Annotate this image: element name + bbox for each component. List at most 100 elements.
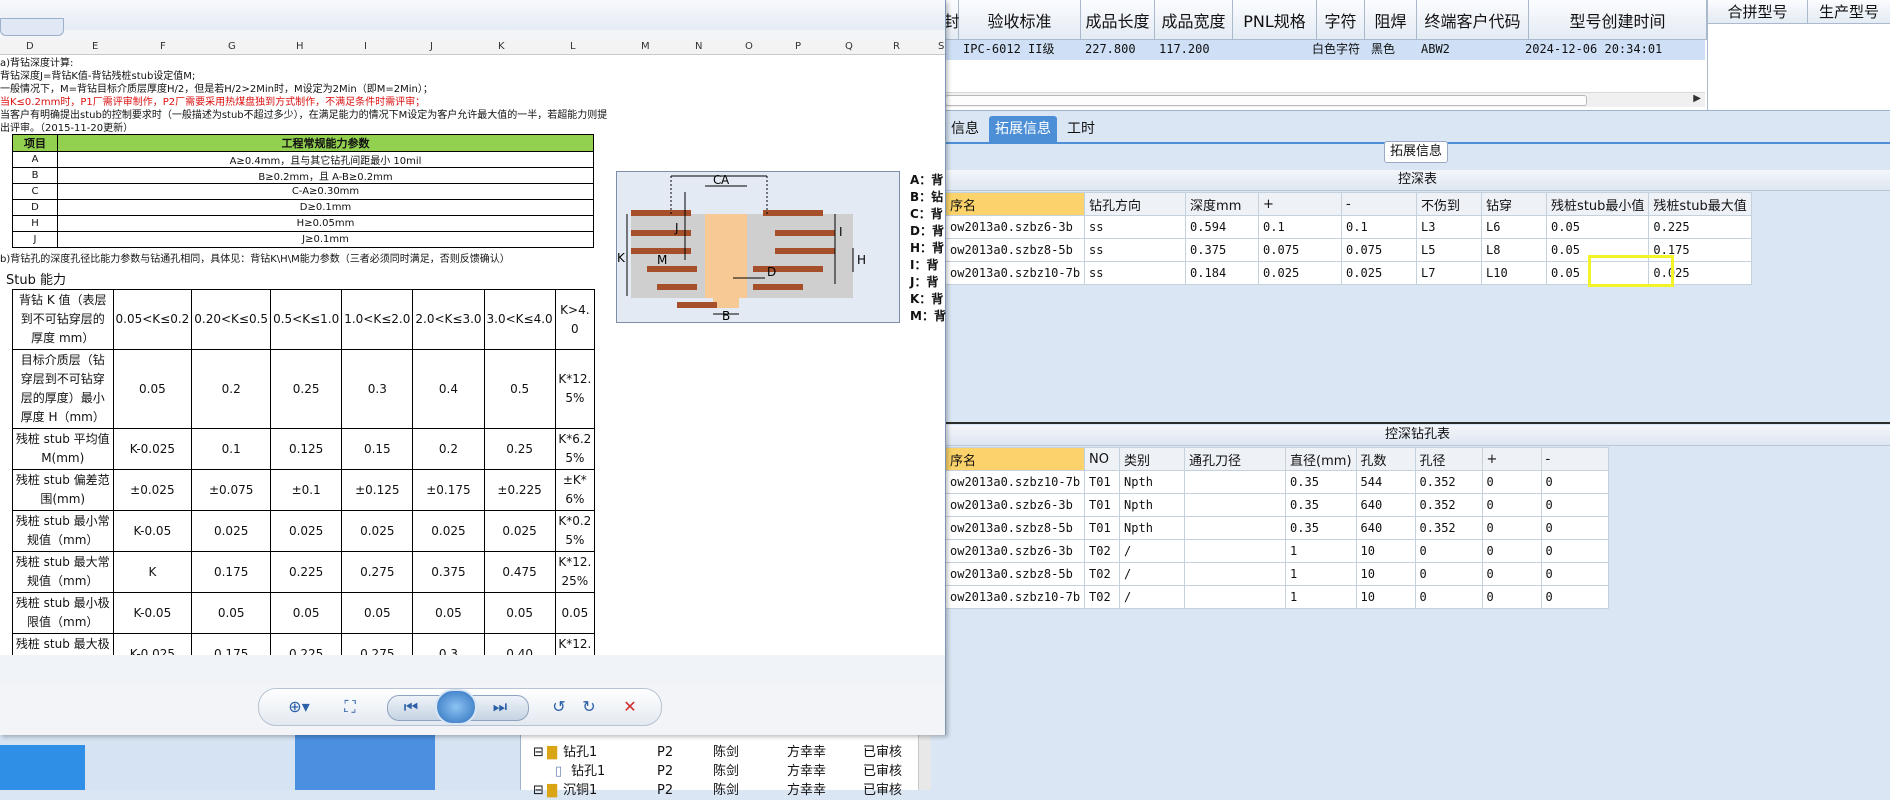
next-image-icon[interactable]: ⏭ [487, 697, 513, 717]
table-cell [1184, 562, 1287, 586]
rotate-right-icon[interactable]: ↻ [579, 697, 599, 717]
col-letter: F [160, 41, 166, 52]
table-cell: 0 [1540, 516, 1609, 540]
col-header-created[interactable]: 型号创建时间 [1529, 0, 1707, 40]
table-cell: ow2013a0.szbz10-7b [944, 470, 1086, 494]
col-header-char[interactable]: 字符 [1317, 0, 1365, 40]
table-row[interactable]: ow2013a0.szbz6-3b T01 Npth 0.35 640 0.352 0 0 [944, 493, 1609, 517]
legend-item: K：背 [910, 292, 944, 306]
cap-cell: K [112, 551, 193, 593]
table-cell: T02 [1084, 585, 1121, 609]
tab-work-hours[interactable]: 工时 [1061, 116, 1101, 142]
param-value: D≥0.1mm [57, 199, 594, 216]
table-header[interactable]: 通孔刀径 [1184, 447, 1287, 471]
table-header[interactable]: 不伤到 [1416, 192, 1483, 216]
cap-cell: K>4.0 [554, 289, 596, 350]
table-cell: L5 [1416, 238, 1483, 262]
tree-item[interactable]: ⊟ ▇ 沉铜1 P2 陈剑 方幸幸 已审核 [521, 781, 931, 800]
scrollbar-thumb[interactable] [945, 95, 1587, 106]
col-header-mask[interactable]: 阻焊 [1365, 0, 1417, 40]
diagram-label: H [857, 253, 866, 267]
table-header[interactable]: 序名 [944, 192, 1086, 216]
cap-cell: 0.375 [412, 551, 485, 593]
table-header[interactable]: 钻孔方向 [1084, 192, 1187, 216]
legend-item: H：背 [910, 241, 945, 255]
cap-cell: K*0.25% [554, 510, 596, 552]
tab-extended-info[interactable]: 拓展信息 [989, 116, 1057, 142]
table-row[interactable]: ow2013a0.szbz10-7b T01 Npth 0.35 544 0.352 0 0 [944, 470, 1609, 494]
table-row[interactable]: ow2013a0.szbz10-7b T02/1 10 0 0 0 [944, 585, 1609, 609]
table-header[interactable]: 孔径 [1414, 447, 1483, 471]
col-header-pnl[interactable]: PNL规格 [1233, 0, 1317, 40]
diagram-label: M [657, 253, 667, 267]
table-cell: 10 [1355, 539, 1416, 563]
cap-cell: 0.025 [412, 510, 485, 552]
col-header-merge[interactable]: 合拼型号 [1708, 0, 1808, 24]
col-header-width[interactable]: 成品宽度 [1155, 0, 1233, 40]
background-panel-block [0, 745, 85, 790]
tree-item[interactable]: ▯ 钻孔1 P2 陈剑 方幸幸 已审核 [521, 762, 931, 781]
table-header[interactable]: 直径(mm) [1285, 447, 1357, 471]
table-cell: ow2013a0.szbz10-7b [944, 585, 1086, 609]
table-row[interactable]: ow2013a0.szbz8-5b T02/1 10 0 0 0 [944, 562, 1609, 586]
slideshow-button[interactable] [435, 689, 477, 725]
tree-item[interactable]: ⊟ ▇ 钻孔1 P2 陈剑 方幸幸 已审核 [521, 743, 931, 762]
col-letter: O [745, 41, 753, 52]
fit-screen-icon[interactable]: ⛶ [339, 697, 361, 717]
collapse-icon[interactable]: ⊟ [533, 781, 544, 800]
table-cell: 0.352 [1414, 470, 1483, 494]
background-panel-block [295, 735, 435, 790]
col-header-length[interactable]: 成品长度 [1081, 0, 1155, 40]
extended-info-button[interactable]: 拓展信息 [1384, 141, 1448, 163]
param-header: 工程常规能力参数 [57, 134, 594, 152]
table-row[interactable]: ow2013a0.szbz6-3b T02/1 10 0 0 0 [944, 539, 1609, 563]
param-value: C-A≥0.30mm [57, 183, 594, 200]
table-cell: 640 [1355, 493, 1416, 517]
panel-divider[interactable] [945, 422, 1890, 424]
table-header[interactable]: 序名 [944, 447, 1086, 471]
table-row[interactable]: ow2013a0.szbz6-3b ss 0.594 0.1 0.1 L3 L6 0.05 0.… [944, 215, 1752, 239]
model-grid: 封 验收标准 成品长度 成品宽度 PNL规格 字符 阻焊 终端客户代码 型号创建… [944, 0, 1890, 111]
table-header[interactable]: 残桩stub最大值 [1648, 192, 1752, 216]
table-header[interactable]: + [1258, 192, 1343, 216]
col-header-production[interactable]: 生产型号 [1808, 0, 1890, 24]
table-header[interactable]: 类别 [1119, 447, 1186, 471]
table-header[interactable]: 孔数 [1355, 447, 1416, 471]
collapse-icon[interactable]: ⊟ [533, 743, 544, 762]
table-row[interactable]: ow2013a0.szbz8-5b T01 Npth 0.35 640 0.352 0 0 [944, 516, 1609, 540]
rotate-left-icon[interactable]: ↺ [549, 697, 569, 717]
col-header[interactable]: 封 [944, 0, 960, 40]
viewer-tab[interactable] [0, 18, 64, 36]
table-header[interactable]: + [1481, 447, 1542, 471]
table-cell: Npth [1119, 470, 1186, 494]
horizontal-scrollbar[interactable]: ▶ [945, 92, 1705, 107]
table-cell: L10 [1481, 261, 1548, 285]
zoom-icon[interactable]: ⊕▾ [285, 697, 313, 717]
table-header[interactable]: NO [1084, 447, 1121, 471]
col-header-standard[interactable]: 验收标准 [959, 0, 1081, 40]
table-header[interactable]: 钻穿 [1481, 192, 1548, 216]
table-header[interactable]: 深度mm [1185, 192, 1260, 216]
capability-table: 背钻 K 值（表层到不可钻穿层的厚度 mm） 0.05<K≤0.2 0.20<K≤0… [12, 289, 596, 675]
table-cell: 1 [1285, 585, 1357, 609]
param-key: H [12, 215, 58, 232]
cap-cell: 1.0<K≤2.0 [341, 289, 414, 350]
cap-cell: 残桩 stub 平均值 M(mm) [12, 428, 114, 470]
cap-cell: K*6.25% [554, 428, 596, 470]
param-key: C [12, 183, 58, 200]
scroll-right-icon[interactable]: ▶ [1693, 93, 1701, 104]
col-header-client[interactable]: 终端客户代码 [1417, 0, 1529, 40]
tab-info[interactable]: 信息 [945, 116, 985, 142]
param-header: 项目 [12, 134, 58, 152]
delete-icon[interactable]: ✕ [619, 697, 641, 717]
table-header[interactable]: - [1341, 192, 1418, 216]
cap-row: 残桩 stub 偏差范围(mm) ±0.025 ±0.075 ±0.1 ±0.125 ±0… [12, 469, 596, 511]
folder-icon: ▇ [547, 783, 557, 798]
param-value: J≥0.1mm [57, 231, 594, 248]
param-key: B [12, 167, 58, 184]
table-header[interactable]: 残桩stub最小值 [1546, 192, 1650, 216]
table-cell: ss [1084, 261, 1187, 285]
depth-table-title: 控深表 [945, 170, 1890, 191]
previous-image-icon[interactable]: ⏮ [399, 697, 423, 717]
table-header[interactable]: - [1540, 447, 1609, 471]
